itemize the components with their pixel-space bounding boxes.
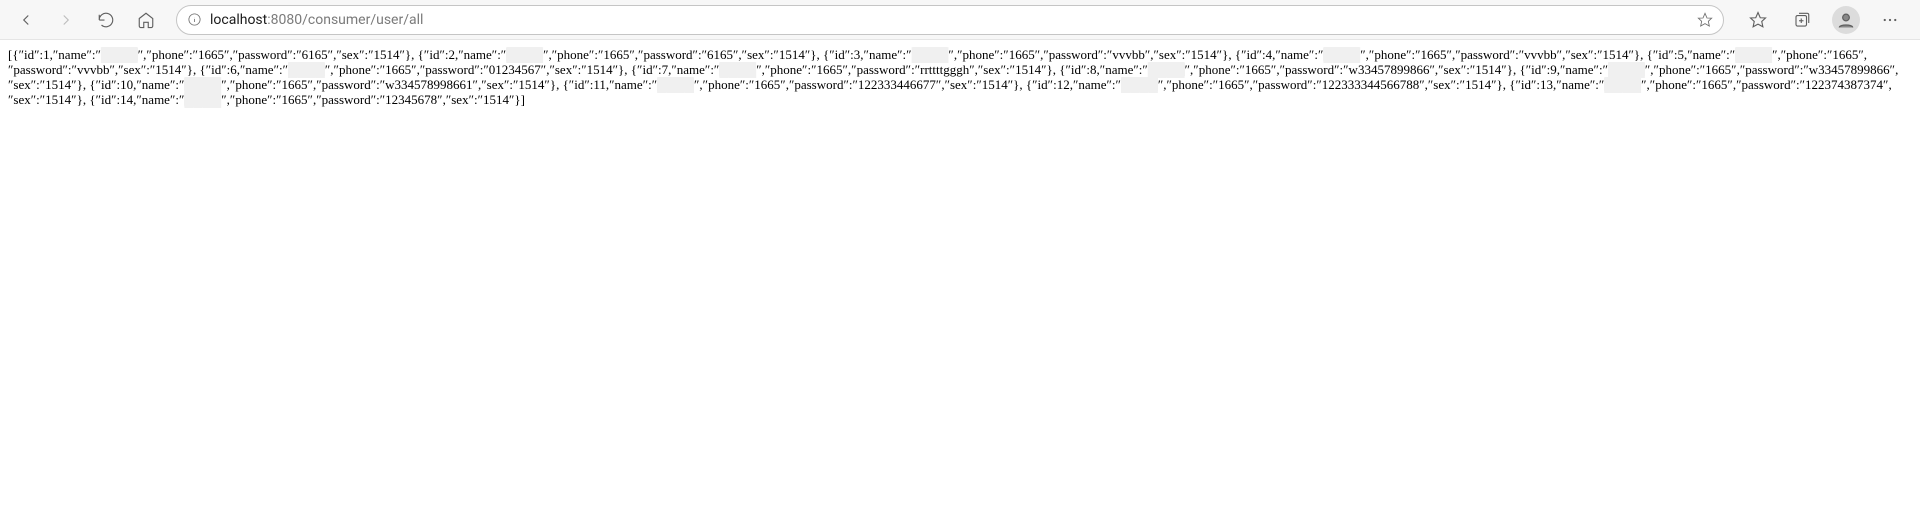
favorites-button[interactable] bbox=[1740, 4, 1776, 36]
address-bar[interactable]: localhost:8080/consumer/user/all bbox=[176, 5, 1724, 35]
arrow-left-icon bbox=[17, 11, 35, 29]
redacted-name: ████ bbox=[1323, 47, 1360, 62]
response-body: [{″id″:1,″name″:″████″,″phone″:″1665″,″p… bbox=[0, 40, 1920, 116]
forward-button[interactable] bbox=[48, 4, 84, 36]
url-host: localhost bbox=[210, 12, 267, 28]
redacted-name: ████ bbox=[101, 47, 138, 62]
avatar bbox=[1832, 6, 1860, 34]
redacted-name: ████ bbox=[288, 62, 325, 77]
star-plus-icon bbox=[1749, 11, 1767, 29]
home-icon bbox=[137, 11, 155, 29]
collections-icon bbox=[1793, 11, 1811, 29]
back-button[interactable] bbox=[8, 4, 44, 36]
redacted-name: ████ bbox=[1148, 62, 1185, 77]
collections-button[interactable] bbox=[1784, 4, 1820, 36]
redacted-name: ████ bbox=[1608, 62, 1645, 77]
redacted-name: ████ bbox=[506, 47, 543, 62]
redacted-name: ████ bbox=[1121, 77, 1158, 92]
more-button[interactable] bbox=[1872, 4, 1908, 36]
redacted-name: ████ bbox=[1604, 77, 1641, 92]
refresh-icon bbox=[97, 11, 115, 29]
redacted-name: ████ bbox=[657, 77, 694, 92]
redacted-name: ████ bbox=[184, 92, 221, 107]
toolbar-right bbox=[1736, 4, 1912, 36]
refresh-button[interactable] bbox=[88, 4, 124, 36]
redacted-name: ████ bbox=[184, 77, 221, 92]
site-info-icon[interactable] bbox=[187, 12, 202, 27]
dots-horizontal-icon bbox=[1881, 11, 1899, 29]
redacted-name: ████ bbox=[912, 47, 949, 62]
favorite-star-icon[interactable] bbox=[1697, 12, 1713, 28]
url-text: localhost:8080/consumer/user/all bbox=[210, 12, 1689, 28]
home-button[interactable] bbox=[128, 4, 164, 36]
url-port: :8080 bbox=[267, 12, 302, 28]
redacted-name: ████ bbox=[1735, 47, 1772, 62]
arrow-right-icon bbox=[57, 11, 75, 29]
browser-toolbar: localhost:8080/consumer/user/all bbox=[0, 0, 1920, 40]
url-path: /consumer/user/all bbox=[302, 12, 423, 28]
redacted-name: ████ bbox=[719, 62, 756, 77]
profile-button[interactable] bbox=[1828, 4, 1864, 36]
